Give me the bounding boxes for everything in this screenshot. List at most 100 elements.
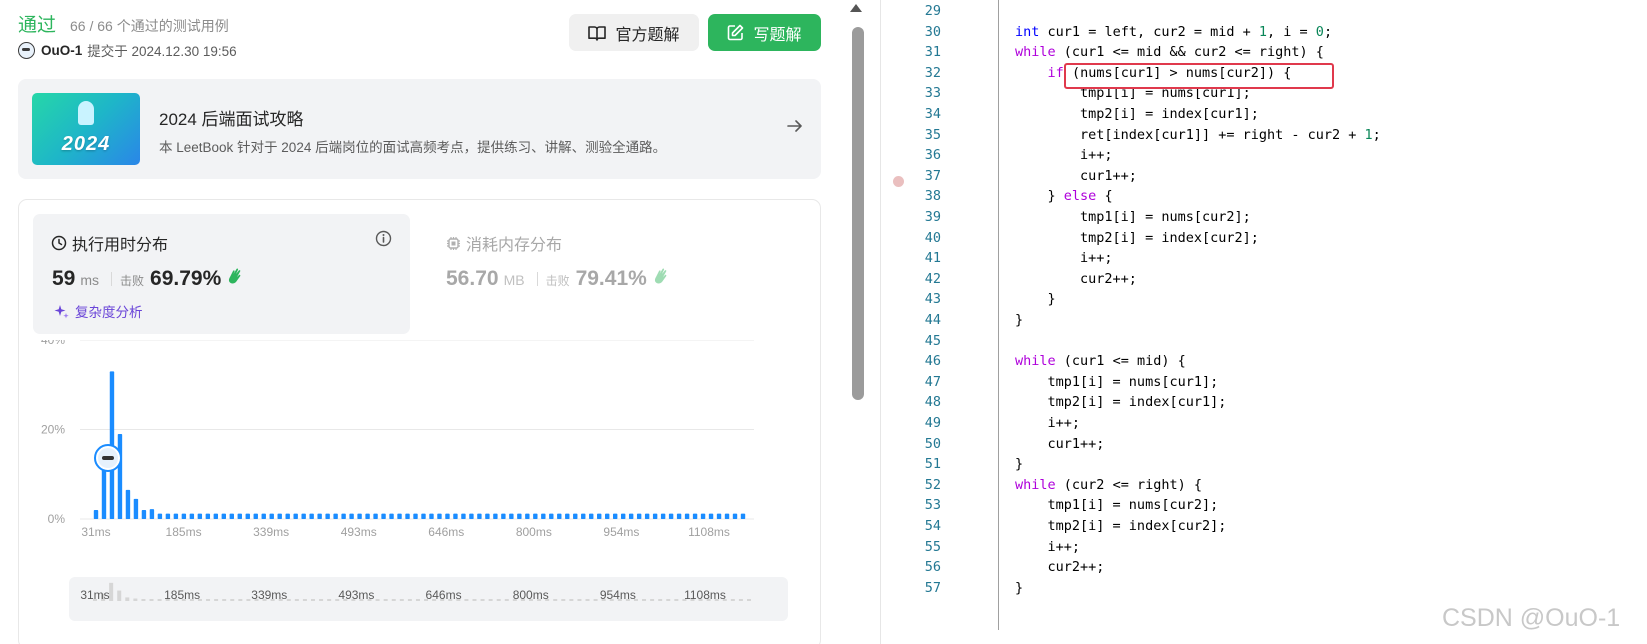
testcase-count: 66 / 66 个通过的测试用例: [70, 18, 229, 34]
line-number[interactable]: 49: [881, 415, 941, 431]
line-number[interactable]: 55: [881, 539, 941, 555]
line-number[interactable]: 34: [881, 106, 941, 122]
complexity-analysis-label: 复杂度分析: [75, 305, 143, 320]
runtime-distribution-chart[interactable]: 40% 20% 0% 31ms 185ms 339ms 493ms 646ms 800ms 954…: [33, 340, 793, 550]
overview-bar: [302, 599, 307, 601]
code-line[interactable]: tmp2[i] = index[cur1];: [950, 394, 1227, 410]
line-number[interactable]: 56: [881, 559, 941, 575]
code-line[interactable]: }: [950, 456, 1023, 472]
line-number[interactable]: 43: [881, 291, 941, 307]
line-number[interactable]: 48: [881, 394, 941, 410]
overview-bar: [222, 599, 227, 601]
chart-overview[interactable]: 31ms 185ms 339ms 493ms 646ms 800ms 954ms 1108ms: [69, 577, 788, 621]
line-number[interactable]: 42: [881, 271, 941, 287]
code-line[interactable]: cur1++;: [950, 436, 1105, 452]
overview-bar: [238, 599, 243, 601]
line-number[interactable]: 54: [881, 518, 941, 534]
leetbook-banner[interactable]: 2024 2024 后端面试攻略 本 LeetBook 针对于 2024 后端岗…: [18, 79, 821, 179]
complexity-analysis-link[interactable]: 复杂度分析: [53, 301, 143, 321]
overview-bar: [117, 590, 122, 601]
line-number[interactable]: 40: [881, 230, 941, 246]
code-line[interactable]: tmp2[i] = index[cur2];: [950, 230, 1259, 246]
memory-value: 56.70: [446, 267, 499, 290]
overview-bar: [286, 599, 291, 601]
overview-bar: [214, 599, 219, 601]
overview-tick-label: 1108ms: [684, 588, 726, 602]
code-line[interactable]: }: [950, 580, 1023, 596]
line-number[interactable]: 35: [881, 127, 941, 143]
code-line[interactable]: }: [950, 291, 1056, 307]
tab-memory[interactable]: 消耗内存分布: [446, 231, 562, 255]
line-number[interactable]: 30: [881, 24, 941, 40]
info-icon[interactable]: [375, 230, 392, 247]
code-line[interactable]: tmp2[i] = index[cur1];: [950, 106, 1259, 122]
chart-bar: [740, 513, 746, 519]
panel-scrollbar-thumb[interactable]: [852, 27, 864, 400]
write-solution-button[interactable]: 写题解: [708, 14, 821, 51]
overview-tick-label: 954ms: [600, 588, 636, 602]
code-line[interactable]: ret[index[cur1]] += right - cur2 + 1;: [950, 127, 1381, 143]
tab-runtime-label: 执行用时分布: [72, 237, 169, 254]
line-number[interactable]: 29: [881, 3, 941, 19]
x-tick-label: 800ms: [516, 525, 552, 539]
code-line[interactable]: tmp1[i] = nums[cur2];: [950, 497, 1219, 513]
runtime-value: 59: [52, 267, 76, 290]
divider: [536, 272, 538, 286]
line-number[interactable]: 33: [881, 85, 941, 101]
line-number[interactable]: 45: [881, 333, 941, 349]
my-submission-marker[interactable]: [94, 444, 122, 472]
chart-bar: [357, 513, 362, 519]
memory-metric: 56.70 MB 击败 79.41%: [446, 267, 670, 291]
chart-bar: [181, 513, 187, 519]
line-number[interactable]: 46: [881, 353, 941, 369]
chart-bar: [533, 513, 538, 519]
line-number[interactable]: 44: [881, 312, 941, 328]
breakpoint-marker[interactable]: [893, 176, 904, 187]
line-number[interactable]: 31: [881, 44, 941, 60]
code-line[interactable]: tmp2[i] = index[cur2];: [950, 518, 1227, 534]
line-number[interactable]: 32: [881, 65, 941, 81]
avatar-icon[interactable]: [18, 41, 35, 59]
code-line[interactable]: cur2++;: [950, 559, 1105, 575]
chart-bar: [692, 513, 698, 519]
code-line[interactable]: tmp1[i] = nums[cur1];: [950, 374, 1219, 390]
arrow-right-icon[interactable]: [786, 117, 804, 135]
line-number[interactable]: 57: [881, 580, 941, 596]
overview-bar: [738, 599, 743, 601]
line-number[interactable]: 52: [881, 477, 941, 493]
code-line[interactable]: while (cur1 <= mid) {: [950, 353, 1186, 369]
code-line[interactable]: i++;: [950, 147, 1113, 163]
code-line[interactable]: } else {: [950, 188, 1113, 204]
line-number[interactable]: 37: [881, 168, 941, 184]
overview-bar: [383, 599, 388, 601]
code-line[interactable]: while (cur1 <= mid && cur2 <= right) {: [950, 44, 1324, 60]
code-line[interactable]: i++;: [950, 415, 1081, 431]
code-line[interactable]: int cur1 = left, cur2 = mid + 1, i = 0;: [950, 24, 1332, 40]
username-link[interactable]: OuO-1: [41, 43, 82, 58]
line-number[interactable]: 53: [881, 497, 941, 513]
line-number[interactable]: 50: [881, 436, 941, 452]
code-line[interactable]: i++;: [950, 250, 1113, 266]
line-number[interactable]: 36: [881, 147, 941, 163]
line-number[interactable]: 51: [881, 456, 941, 472]
line-number[interactable]: 41: [881, 250, 941, 266]
code-line[interactable]: cur1++;: [950, 168, 1137, 184]
line-number[interactable]: 47: [881, 374, 941, 390]
code-line[interactable]: tmp1[i] = nums[cur2];: [950, 209, 1251, 225]
scroll-up-arrow[interactable]: [850, 4, 862, 12]
tab-runtime[interactable]: 执行用时分布: [51, 231, 168, 255]
code-line[interactable]: while (cur2 <= right) {: [950, 477, 1202, 493]
line-number[interactable]: 39: [881, 209, 941, 225]
chart-bar: [389, 513, 394, 519]
code-line[interactable]: }: [950, 312, 1023, 328]
sparkle-icon: [54, 304, 69, 318]
line-number-gutter[interactable]: 29 30 31 32 33 34 35 36 37 38 39 40 41 42 43 44 45 46 47 48…: [881, 0, 949, 644]
line-number[interactable]: 38: [881, 188, 941, 204]
official-solution-button[interactable]: 官方题解: [569, 14, 699, 51]
x-tick-label: 339ms: [253, 525, 289, 539]
overview-bar: [472, 599, 477, 601]
code-line[interactable]: i++;: [950, 539, 1081, 555]
chart-bar: [525, 513, 530, 519]
overview-tick-label: 339ms: [251, 588, 287, 602]
code-line[interactable]: cur2++;: [950, 271, 1137, 287]
